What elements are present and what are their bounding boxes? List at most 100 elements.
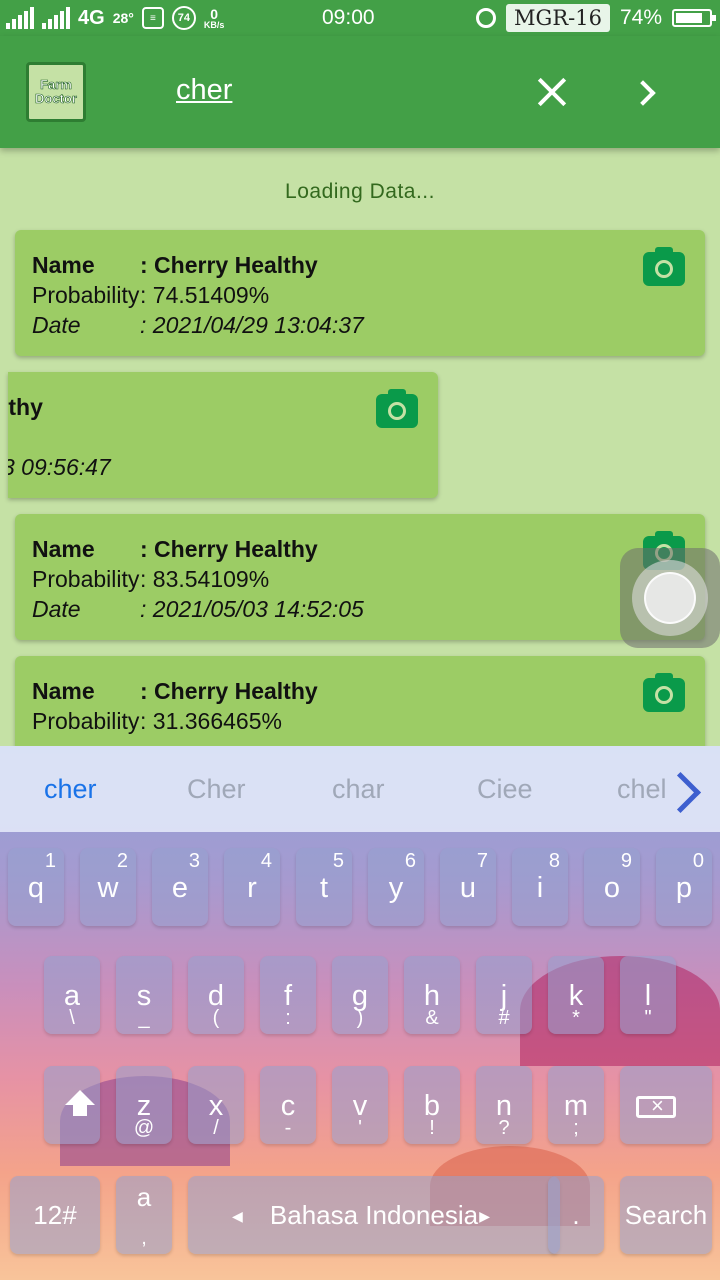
key-label: i [536, 872, 544, 904]
key-r[interactable]: r4 [224, 848, 280, 926]
wifi-signal-icon [6, 7, 34, 29]
key-secondary-label: ? [498, 1117, 510, 1139]
logo-line-1: Farm [40, 77, 72, 93]
key-secondary-label: 8 [548, 850, 560, 872]
symbols-key[interactable]: 12# [10, 1176, 100, 1254]
clear-search-button[interactable] [532, 72, 572, 112]
card-name: lthy [8, 394, 43, 420]
card-name: : Cherry Healthy [140, 678, 318, 704]
key-label: r [247, 872, 257, 904]
key-s[interactable]: s _ [116, 956, 172, 1034]
space-bar[interactable]: ◀ Bahasa Indonesia ▶ [188, 1176, 560, 1254]
key-secondary-label: @ [133, 1117, 155, 1139]
period-key[interactable]: . [548, 1176, 604, 1254]
speed-value: 0 [210, 5, 219, 22]
key-secondary-label: / [213, 1117, 219, 1139]
backspace-key[interactable] [620, 1066, 712, 1144]
key-b[interactable]: b! [404, 1066, 460, 1144]
key-h[interactable]: h & [404, 956, 460, 1034]
key-v[interactable]: v ' [332, 1066, 388, 1144]
camera-icon[interactable] [643, 247, 685, 286]
battery-percent: 74% [619, 6, 662, 29]
key-k[interactable]: k * [548, 956, 604, 1034]
key-secondary-label: 5 [332, 850, 344, 872]
key-secondary-label: ) [356, 1007, 364, 1029]
key-secondary-label: ! [429, 1117, 435, 1139]
battery-icon [672, 9, 716, 27]
chevron-right-icon: ▶ [479, 1208, 490, 1224]
chevron-right-icon[interactable] [664, 768, 704, 814]
camera-icon[interactable] [643, 673, 685, 712]
card-probability: : 83.54109% [140, 566, 270, 592]
result-card[interactable]: Name: Cherry Healthy Probability: 83.541… [15, 514, 705, 640]
temperature: 28° [112, 10, 134, 26]
card-date: : 2021/05/03 14:52:05 [140, 596, 364, 622]
camera-icon[interactable] [376, 389, 418, 428]
language-key[interactable]: a , [116, 1176, 172, 1254]
key-d[interactable]: d( [188, 956, 244, 1034]
key-c[interactable]: c- [260, 1066, 316, 1144]
name-label: Name [32, 678, 95, 704]
search-key[interactable]: Search [620, 1176, 712, 1254]
key-p[interactable]: p0 [656, 848, 712, 926]
card-date: 3 09:56:47 [8, 454, 111, 480]
shift-icon [62, 1090, 98, 1120]
farm-doctor-logo: Farm Doctor [26, 62, 86, 122]
chevron-right-icon[interactable] [632, 76, 666, 110]
key-secondary-label: 9 [620, 850, 632, 872]
network-speed: 0 KB/s [204, 7, 225, 30]
date-label: Date [32, 596, 81, 622]
key-t[interactable]: t5 [296, 848, 352, 926]
shift-key[interactable] [44, 1066, 100, 1144]
key-j[interactable]: j # [476, 956, 532, 1034]
period-key-label: . [572, 1200, 580, 1230]
name-label: Name [32, 536, 95, 562]
suggestion[interactable]: chel [617, 774, 667, 805]
key-secondary-label: ' [358, 1117, 362, 1139]
status-bar: 4G 28° ≡ 74 0 KB/s 09:00 MGR-16 74% [0, 0, 720, 36]
key-secondary-label: & [425, 1007, 439, 1029]
result-card[interactable]: Name: Cherry Healthy Probability: 74.514… [15, 230, 705, 356]
key-e[interactable]: e3 [152, 848, 208, 926]
key-o[interactable]: o9 [584, 848, 640, 926]
key-g[interactable]: g) [332, 956, 388, 1034]
key-n[interactable]: n? [476, 1066, 532, 1144]
key-q[interactable]: q1 [8, 848, 64, 926]
key-y[interactable]: y6 [368, 848, 424, 926]
card-name: : Cherry Healthy [140, 536, 318, 562]
symbols-key-label: 12# [33, 1200, 77, 1230]
key-secondary-label: 1 [44, 850, 56, 872]
key-l[interactable]: l " [620, 956, 676, 1034]
key-secondary-label: - [284, 1117, 292, 1139]
clock: 09:00 [322, 6, 375, 29]
logo-line-2: Doctor [35, 91, 77, 106]
assistive-touch-button[interactable] [620, 548, 720, 648]
name-label: Name [32, 252, 95, 278]
search-input[interactable]: cher [176, 74, 232, 107]
key-u[interactable]: u7 [440, 848, 496, 926]
key-secondary-label: _ [138, 1007, 150, 1029]
key-secondary-label: 2 [116, 850, 128, 872]
key-i[interactable]: i8 [512, 848, 568, 926]
suggestion[interactable]: char [332, 774, 385, 805]
suggestion[interactable]: Ciee [477, 774, 533, 805]
key-label: q [27, 872, 45, 904]
key-label: o [603, 872, 621, 904]
suggestion[interactable]: Cher [187, 774, 246, 805]
result-card-swiped[interactable]: lthy 3 09:56:47 [8, 372, 438, 498]
key-w[interactable]: w2 [80, 848, 136, 926]
key-secondary-label: 6 [404, 850, 416, 872]
space-bar-label: Bahasa Indonesia [269, 1200, 479, 1230]
network-type: 4G [78, 6, 105, 29]
suggestion-bar: cher Cher char Ciee chel [0, 746, 720, 832]
language-key-label: a [136, 1182, 152, 1212]
key-secondary-label: " [644, 1007, 652, 1029]
key-f[interactable]: f: [260, 956, 316, 1034]
key-a[interactable]: a \ [44, 956, 100, 1034]
key-x[interactable]: x / [188, 1066, 244, 1144]
date-label: Date [32, 312, 81, 338]
key-secondary-label: 3 [188, 850, 200, 872]
suggestion[interactable]: cher [44, 774, 97, 805]
key-m[interactable]: m; [548, 1066, 604, 1144]
key-z[interactable]: z @ [116, 1066, 172, 1144]
